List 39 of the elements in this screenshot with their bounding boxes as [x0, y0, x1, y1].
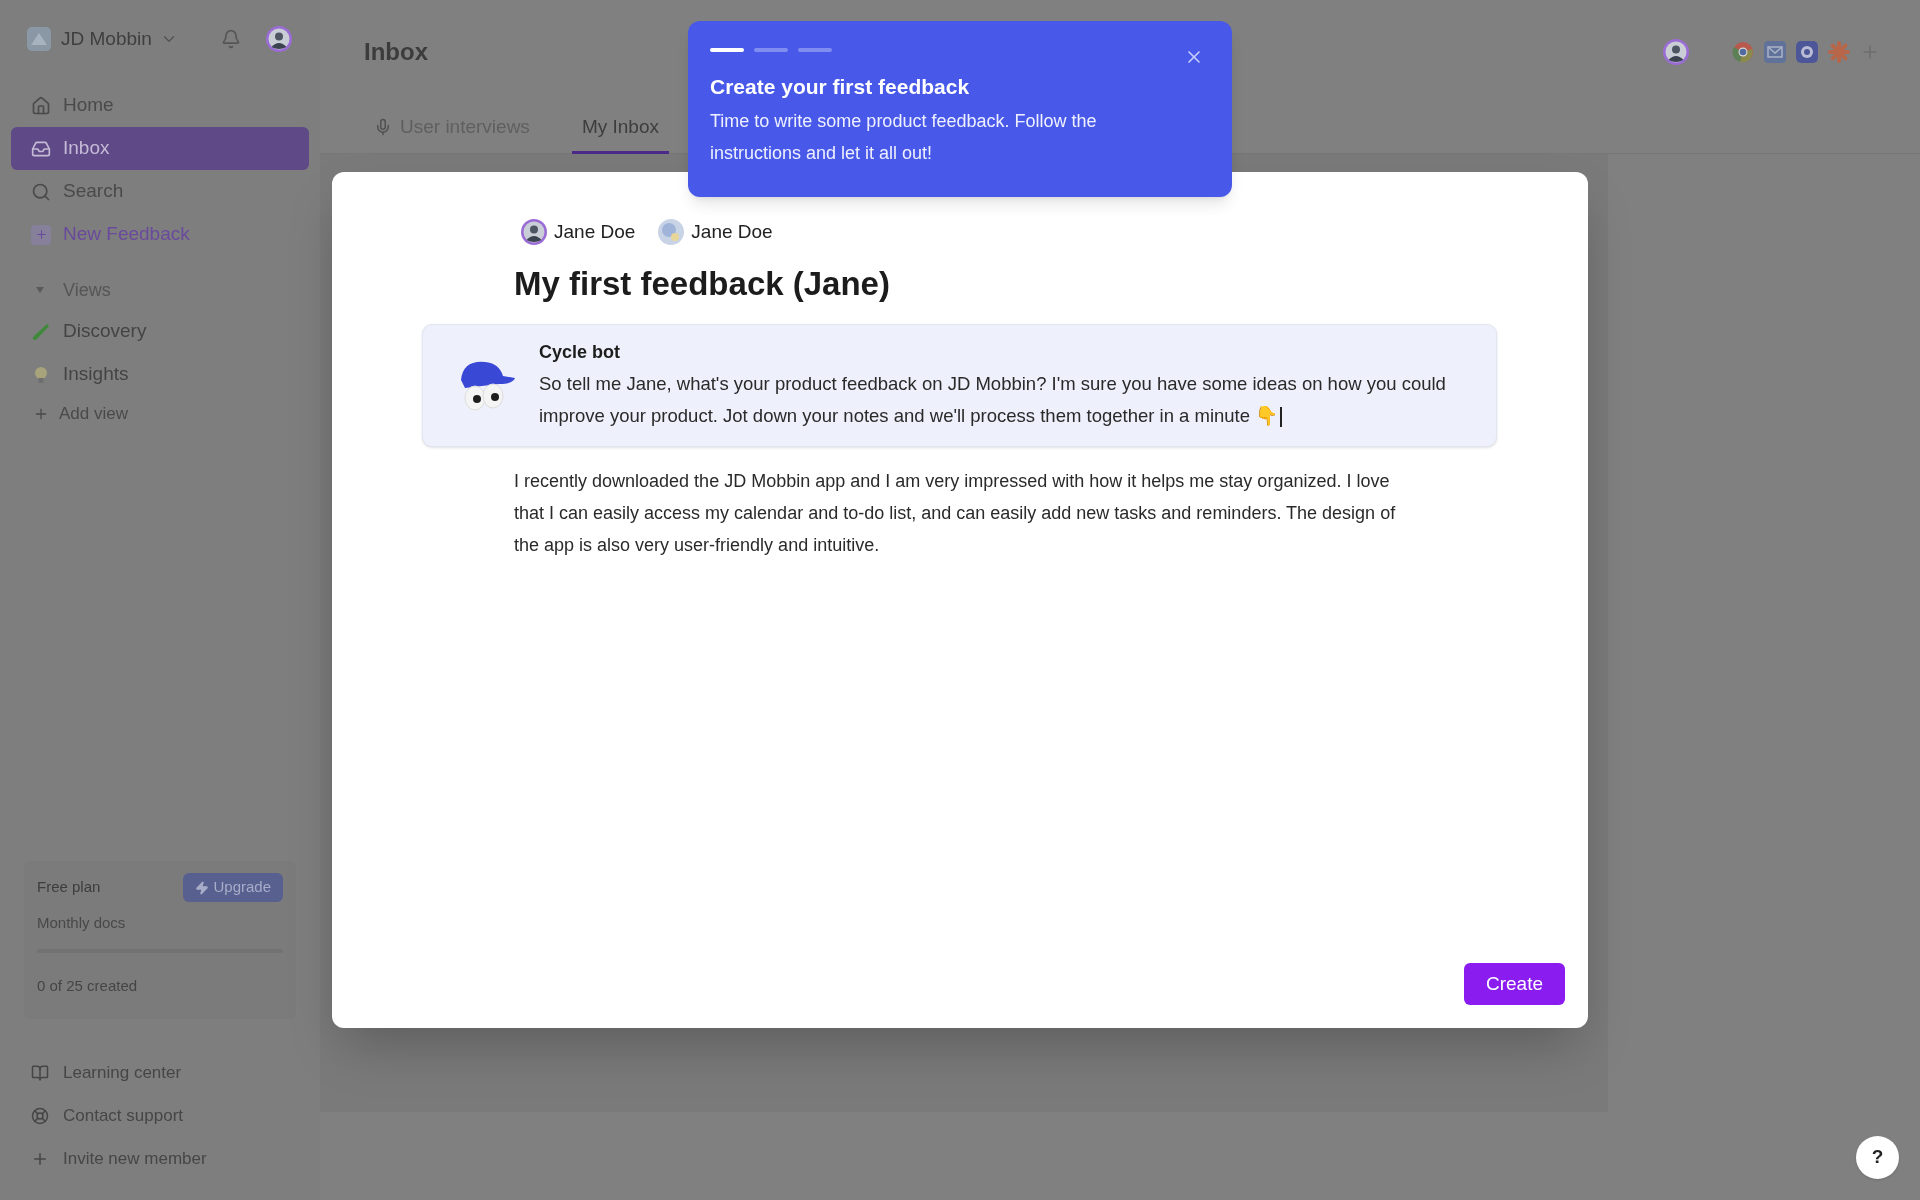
user-avatar — [265, 25, 293, 53]
plan-name: Free plan — [37, 877, 101, 898]
create-button[interactable]: Create — [1463, 963, 1565, 1005]
nav-item[interactable]: Inbox — [11, 127, 309, 170]
microphone-icon — [374, 117, 392, 136]
user-avatar — [1662, 38, 1690, 66]
assignee-chip[interactable]: Jane Doe — [657, 218, 773, 247]
footer-link[interactable]: Invite new member — [11, 1137, 309, 1180]
book-icon — [31, 1063, 49, 1082]
tour-text: Time to write some product feedback. Follow the instructions and let it all out! — [710, 109, 1098, 165]
upgrade-button[interactable]: Upgrade — [183, 873, 283, 902]
bot-name: Cycle bot — [539, 341, 622, 364]
search-icon — [31, 181, 51, 202]
user-avatar — [520, 218, 548, 247]
chrome-icon[interactable] — [1732, 41, 1754, 63]
footer-link[interactable]: Contact support — [11, 1094, 309, 1137]
bot-message: So tell me Jane, what's your product feedback on JD Mobbin? I'm sure you have some ideas on how you could improve your product. Jot down your notes and we'll process them together in a minute 👇 — [539, 372, 1447, 430]
view-item[interactable]: Insights — [11, 353, 309, 396]
bell-icon[interactable] — [221, 29, 241, 49]
lifebuoy-icon — [31, 1106, 49, 1125]
footer-link[interactable]: Learning center — [11, 1051, 309, 1094]
view-item[interactable]: Discovery — [11, 310, 309, 353]
feedback-title: My first feedback (Jane) — [513, 263, 891, 304]
tour-title: Create your first feedback — [710, 74, 971, 100]
workspace-name[interactable]: JD Mobbin — [61, 24, 152, 54]
circle-app-icon[interactable] — [1796, 41, 1818, 63]
caret-icon[interactable] — [35, 286, 45, 294]
home-icon — [31, 95, 51, 116]
feedback-body[interactable]: I recently downloaded the JD Mobbin app and I am very impressed with how it helps me stay organized. I love that I can easily access my calendar and to-do list, and can easily add new tasks and reminders. The design of the app is also very user-friendly and intuitive. — [422, 465, 1422, 561]
help-button[interactable]: ? — [1856, 1136, 1899, 1179]
mail-icon[interactable] — [1764, 41, 1786, 63]
workspace-logo — [27, 27, 51, 51]
asterisk-icon[interactable] — [1828, 41, 1850, 63]
page-title: Inbox — [364, 37, 428, 67]
avatar-icon — [657, 218, 686, 247]
assignee-chip[interactable]: Jane Doe — [520, 218, 636, 247]
lightning-icon — [195, 880, 210, 895]
plus-icon — [33, 406, 49, 422]
plus-icon — [31, 224, 51, 245]
